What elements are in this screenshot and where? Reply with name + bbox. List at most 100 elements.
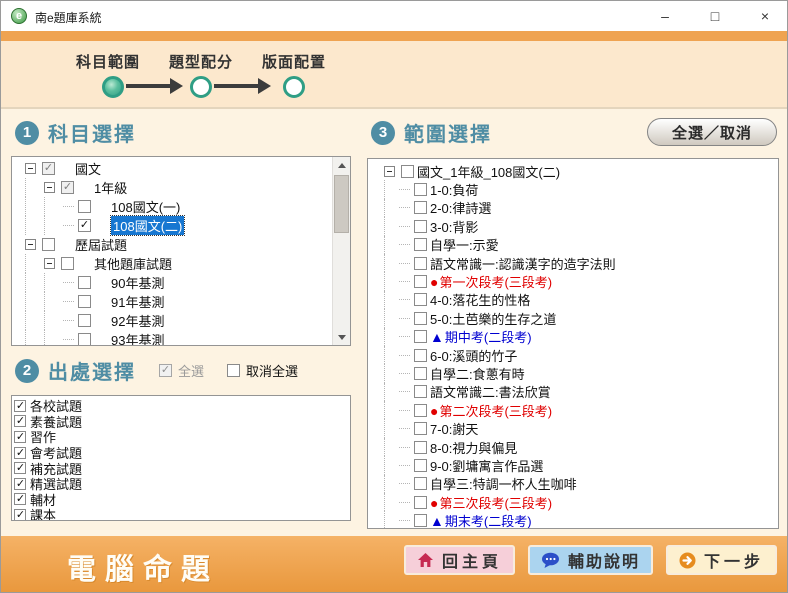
subject-tree-panel: 國文1年級108國文(一)108國文(二)歷屆試題其他題庫試題90年基測91年基… xyxy=(11,156,351,346)
tree-item-label[interactable]: 92年基測 xyxy=(111,311,164,330)
source-item-checkbox[interactable] xyxy=(14,478,26,490)
tree-item-checkbox[interactable] xyxy=(78,314,91,327)
select-toggle-all-button[interactable]: 全選／取消 xyxy=(647,118,777,146)
tree-item-checkbox[interactable] xyxy=(414,220,427,233)
tree-item-label[interactable]: 1年級 xyxy=(94,178,127,197)
next-step-button[interactable]: 下一步 xyxy=(666,545,777,575)
tree-item-checkbox[interactable] xyxy=(414,459,427,472)
tree-item-checkbox[interactable] xyxy=(414,312,427,325)
close-button[interactable]: × xyxy=(757,8,773,24)
tree-item-label[interactable]: 108國文(二) xyxy=(111,216,184,235)
collapse-minus-icon[interactable] xyxy=(384,166,395,177)
source-item-checkbox[interactable] xyxy=(14,493,26,505)
tree-item-checkbox[interactable] xyxy=(42,162,55,175)
select-all-checkbox[interactable] xyxy=(159,364,172,377)
source-item-checkbox[interactable] xyxy=(14,400,26,412)
tree-guide-line xyxy=(399,410,410,411)
tree-item-label[interactable]: 國文 xyxy=(75,159,101,178)
tree-item-label[interactable]: 2-0:律詩選 xyxy=(430,198,491,217)
tree-item-checkbox[interactable] xyxy=(78,295,91,308)
tree-item-label[interactable]: ▲期中考(二段考) xyxy=(430,327,532,346)
help-button[interactable]: 輔助說明 xyxy=(528,545,653,575)
source-item-checkbox[interactable] xyxy=(14,415,26,427)
step-circle-1[interactable] xyxy=(102,76,124,98)
tree-item-checkbox[interactable] xyxy=(414,477,427,490)
tree-item-checkbox[interactable] xyxy=(414,238,427,251)
tree-item-label[interactable]: 3-0:背影 xyxy=(430,217,478,236)
deselect-all-checkbox[interactable] xyxy=(227,364,240,377)
tree-item-label[interactable]: 91年基測 xyxy=(111,292,164,311)
scroll-up-icon[interactable] xyxy=(333,157,350,173)
tree-item-label[interactable]: 8-0:視力與偏見 xyxy=(430,438,517,457)
tree-item-label[interactable]: 5-0:土芭樂的生存之道 xyxy=(430,309,556,328)
tree-item-checkbox[interactable] xyxy=(414,367,427,380)
tree-item-checkbox[interactable] xyxy=(78,333,91,346)
window-title: 南e題庫系統 xyxy=(35,9,102,26)
tree-item-checkbox[interactable] xyxy=(78,276,91,289)
tree-item-checkbox[interactable] xyxy=(61,181,74,194)
step-circle-3[interactable] xyxy=(283,76,305,98)
tree-item-label[interactable]: ●第一次段考(三段考) xyxy=(430,272,552,291)
tree-item-checkbox[interactable] xyxy=(414,514,427,527)
tree-item-checkbox[interactable] xyxy=(78,200,91,213)
tree-row: 90年基測 xyxy=(12,273,350,292)
tree-item-label[interactable]: ●第二次段考(三段考) xyxy=(430,401,552,420)
tree-item-checkbox[interactable] xyxy=(414,496,427,509)
scrollbar[interactable] xyxy=(332,157,350,345)
tree-item-checkbox[interactable] xyxy=(414,330,427,343)
tree-item-checkbox[interactable] xyxy=(61,257,74,270)
tree-item-checkbox[interactable] xyxy=(414,183,427,196)
source-item-checkbox[interactable] xyxy=(14,462,26,474)
tree-item-label[interactable]: 自學一:示愛 xyxy=(430,235,499,254)
tree-item-checkbox[interactable] xyxy=(414,275,427,288)
tree-item-checkbox[interactable] xyxy=(414,201,427,214)
step-connector xyxy=(126,84,170,88)
deselect-all-label: 取消全選 xyxy=(246,361,298,380)
source-list-item[interactable]: 素養試題 xyxy=(14,414,350,430)
tree-item-label[interactable]: 語文常識一:認識漢字的造字法則 xyxy=(430,254,616,273)
minimize-button[interactable]: – xyxy=(657,8,673,24)
tree-guide-line xyxy=(384,309,399,327)
source-item-checkbox[interactable] xyxy=(14,447,26,459)
scrollbar-thumb[interactable] xyxy=(334,175,349,233)
tree-item-label[interactable]: ▲期末考(二段考) xyxy=(430,511,532,529)
tree-item-checkbox[interactable] xyxy=(401,165,414,178)
tree-item-label[interactable]: 7-0:謝天 xyxy=(430,419,478,438)
collapse-minus-icon[interactable] xyxy=(44,258,55,269)
tree-item-label[interactable]: 歷屆試題 xyxy=(75,235,127,254)
tree-item-checkbox[interactable] xyxy=(414,293,427,306)
tree-item-checkbox[interactable] xyxy=(414,404,427,417)
tree-item-label[interactable]: 1-0:負荷 xyxy=(430,180,478,199)
tree-item-label[interactable]: 4-0:落花生的性格 xyxy=(430,290,530,309)
tree-item-checkbox[interactable] xyxy=(414,385,427,398)
maximize-button[interactable]: □ xyxy=(707,8,723,24)
tree-item-label[interactable]: ●第三次段考(三段考) xyxy=(430,493,552,512)
collapse-minus-icon[interactable] xyxy=(25,239,36,250)
tree-item-checkbox[interactable] xyxy=(414,441,427,454)
tree-item-label[interactable]: 自學三:特調一杯人生咖啡 xyxy=(430,474,577,493)
source-item-checkbox[interactable] xyxy=(14,509,26,521)
step-circle-2[interactable] xyxy=(190,76,212,98)
tree-item-label[interactable]: 自學二:食蔥有時 xyxy=(430,364,525,383)
scroll-down-icon[interactable] xyxy=(333,329,350,345)
tree-item-checkbox[interactable] xyxy=(42,238,55,251)
tree-item-label[interactable]: 9-0:劉墉寓言作品選 xyxy=(430,456,543,475)
source-list-item[interactable]: 精選試題 xyxy=(14,476,350,492)
source-list-item[interactable]: 課本 xyxy=(14,507,350,521)
tree-item-label[interactable]: 90年基測 xyxy=(111,273,164,292)
tree-item-label[interactable]: 93年基測 xyxy=(111,330,164,346)
tree-item-checkbox[interactable] xyxy=(78,219,91,232)
tree-item-checkbox[interactable] xyxy=(414,257,427,270)
source-list-item[interactable]: 輔材 xyxy=(14,492,350,508)
tree-item-label[interactable]: 其他題庫試題 xyxy=(94,254,172,273)
tree-item-label[interactable]: 108國文(一) xyxy=(111,197,180,216)
home-button[interactable]: 回主頁 xyxy=(404,545,515,575)
tree-item-label[interactable]: 語文常識二:書法欣賞 xyxy=(430,382,551,401)
tree-item-checkbox[interactable] xyxy=(414,349,427,362)
tree-item-checkbox[interactable] xyxy=(414,422,427,435)
tree-item-label[interactable]: 國文_1年級_108國文(二) xyxy=(417,162,560,181)
source-item-checkbox[interactable] xyxy=(14,431,26,443)
collapse-minus-icon[interactable] xyxy=(44,182,55,193)
collapse-minus-icon[interactable] xyxy=(25,163,36,174)
tree-item-label[interactable]: 6-0:溪頭的竹子 xyxy=(430,346,517,365)
